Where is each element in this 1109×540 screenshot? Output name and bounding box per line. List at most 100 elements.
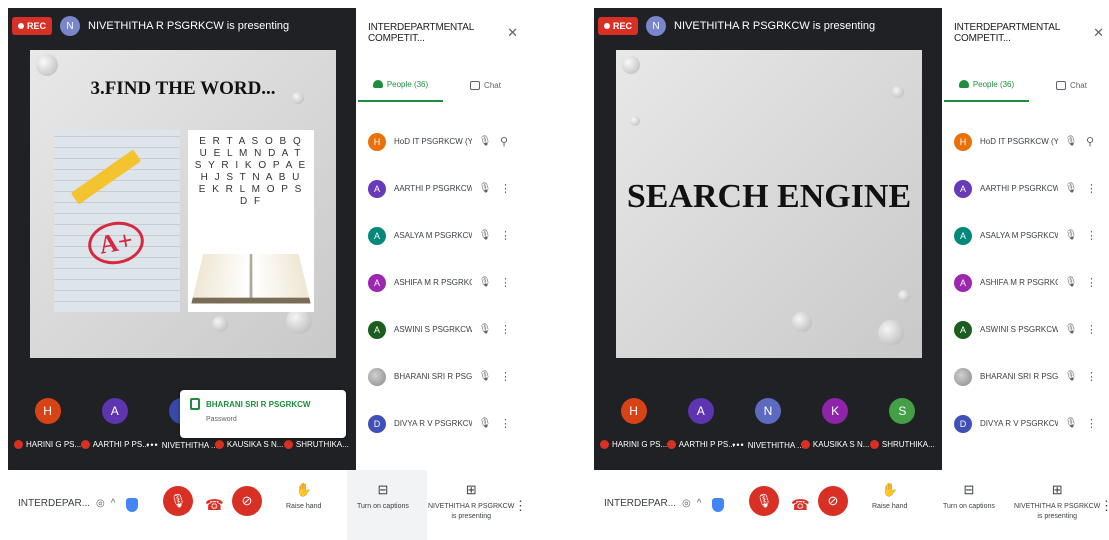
slide-title: 3.FIND THE WORD... <box>90 78 276 99</box>
pin-icon[interactable]: ⚲ <box>1086 135 1094 148</box>
more-options-icon[interactable]: ⋮ <box>1086 182 1097 195</box>
avatar: A <box>954 226 972 245</box>
more-options-icon[interactable]: ⋮ <box>500 323 511 336</box>
more-options-icon[interactable]: ⋮ <box>514 498 527 514</box>
participant-name: ASALYA M PSGRKCW <box>980 231 1058 240</box>
more-options-icon[interactable]: ⋮ <box>1086 370 1097 383</box>
tab-people[interactable]: People (36) <box>944 68 1029 102</box>
participant-tiles: H HARINI G PS... A AARTHI P PS... N ••• N… <box>594 390 942 470</box>
more-options-icon[interactable]: ⋮ <box>1086 229 1097 242</box>
presenter-avatar: N <box>646 16 667 36</box>
pin-icon[interactable]: ⚲ <box>500 135 508 148</box>
shield-icon[interactable] <box>712 498 724 512</box>
list-item[interactable]: A AARTHI P PSGRKCW 🎙 ⋮ <box>358 165 528 212</box>
avatar: D <box>954 414 972 433</box>
more-options-icon[interactable]: ⋮ <box>500 370 511 383</box>
more-options-icon[interactable]: ⋮ <box>500 417 511 430</box>
presenter-avatar: N <box>60 16 81 36</box>
participant-tile[interactable]: K KAUSIKA S N... <box>800 390 870 470</box>
shared-slide: 3.FIND THE WORD... A+ E R T A S O B Q U … <box>30 50 336 358</box>
mic-off-icon: 🎙 <box>1064 230 1078 241</box>
more-options-icon[interactable]: ⋮ <box>500 276 511 289</box>
people-icon[interactable]: ◎ <box>682 498 691 509</box>
leave-call-button[interactable]: ☎ <box>791 496 810 514</box>
mic-off-icon: 🎙 <box>478 324 492 335</box>
list-item[interactable]: BHARANI SRI R PSGRKC... 🎙 ⋮ <box>944 353 1109 400</box>
camera-toggle-button[interactable]: ⊘ <box>232 486 262 516</box>
list-item[interactable]: A ASALYA M PSGRKCW 🎙 ⋮ <box>944 212 1109 259</box>
leave-call-button[interactable]: ☎ <box>205 496 224 514</box>
participant-tile[interactable]: S SHRUTHIKA... <box>869 390 935 470</box>
list-item[interactable]: A AARTHI P PSGRKCW 🎙 ⋮ <box>944 165 1109 212</box>
list-item[interactable]: A ASALYA M PSGRKCW 🎙 ⋮ <box>358 212 528 259</box>
participant-tile[interactable]: A AARTHI P PS... <box>666 390 735 470</box>
tab-people[interactable]: People (36) <box>358 68 443 102</box>
mic-off-icon <box>80 440 90 449</box>
toast-message: Password <box>206 416 237 423</box>
avatar: A <box>954 320 972 339</box>
captions-button[interactable]: ⊟ Turn on captions <box>357 482 409 512</box>
list-item[interactable]: A ASHIFA M R PSGRKCW 🎙 ⋮ <box>944 259 1109 306</box>
mic-off-icon: 🎙 <box>478 277 492 288</box>
captions-label: Turn on captions <box>357 503 409 510</box>
meet-window-right: REC N NIVETHITHA R PSGRKCW is presenting… <box>594 8 1109 540</box>
participant-tile[interactable]: H HARINI G PS... <box>600 390 667 470</box>
presenting-button[interactable]: ⊞ NIVETHITHA R PSGRKCW is presenting <box>428 482 514 522</box>
record-dot-icon <box>604 23 610 29</box>
meeting-details-label[interactable]: INTERDEPAR... <box>18 498 90 509</box>
more-options-icon[interactable]: ⋮ <box>1086 276 1097 289</box>
tile-avatar: A <box>687 398 714 424</box>
list-item[interactable]: A ASWINI S PSGRKCW 🎙 ⋮ <box>944 306 1109 353</box>
participant-tile[interactable]: H HARINI G PS... <box>14 390 81 470</box>
list-item[interactable]: D DIVYA R V PSGRKCW 🎙 ⋮ <box>358 400 528 447</box>
raise-hand-button[interactable]: ✋ Raise hand <box>872 482 907 512</box>
list-item[interactable]: H HoD IT PSGRKCW (You) 🎙 ⚲ <box>944 118 1109 165</box>
close-icon[interactable]: ✕ <box>507 25 518 41</box>
mic-off-icon: 🎙 <box>478 371 492 382</box>
captions-button[interactable]: ⊟ Turn on captions <box>943 482 995 512</box>
participant-tile[interactable]: N ••• NIVETHITHA ... <box>732 390 804 470</box>
participant-name: AARTHI P PSGRKCW <box>394 184 472 193</box>
mic-toggle-button[interactable]: 🎙 <box>749 486 779 516</box>
camera-toggle-button[interactable]: ⊘ <box>818 486 848 516</box>
mic-off-icon: 🎙 <box>169 493 187 508</box>
water-drop-decoration <box>622 56 640 74</box>
meeting-details-label[interactable]: INTERDEPAR... <box>604 498 676 509</box>
tab-chat[interactable]: Chat <box>1029 68 1109 102</box>
tile-name: KAUSIKA S N... <box>812 440 870 449</box>
chat-notification-toast[interactable]: BHARANI SRI R PSGRKCW Password <box>180 390 346 438</box>
more-options-icon[interactable]: ⋮ <box>500 182 511 195</box>
list-item[interactable]: D DIVYA R V PSGRKCW 🎙 ⋮ <box>944 400 1109 447</box>
more-options-icon[interactable]: ⋮ <box>500 229 511 242</box>
mic-off-icon: 🎙 <box>1064 371 1078 382</box>
more-options-icon[interactable]: ⋮ <box>1086 323 1097 336</box>
chevron-up-icon[interactable]: ^ <box>697 498 702 509</box>
pencil-graphic <box>70 149 142 205</box>
water-drop-decoration <box>36 54 58 76</box>
shield-icon[interactable] <box>126 498 138 512</box>
list-item[interactable]: BHARANI SRI R PSGRKC... 🎙 ⋮ <box>358 353 528 400</box>
speaking-dots-icon: ••• <box>732 440 745 450</box>
hand-icon: ✋ <box>295 482 312 497</box>
participant-tile[interactable]: A AARTHI P PS... <box>80 390 149 470</box>
tile-avatar: K <box>822 398 849 424</box>
flying-letters: E R T A S O B Q U E L M N D A T S Y R I … <box>194 136 308 207</box>
presenting-button[interactable]: ⊞ NIVETHITHA R PSGRKCW is presenting <box>1014 482 1100 522</box>
tab-chat[interactable]: Chat <box>443 68 528 102</box>
participant-name: DIVYA R V PSGRKCW <box>394 419 472 428</box>
more-options-icon[interactable]: ⋮ <box>1100 498 1109 514</box>
raise-hand-button[interactable]: ✋ Raise hand <box>286 482 321 512</box>
tile-avatar: S <box>889 398 916 424</box>
more-options-icon[interactable]: ⋮ <box>1086 417 1097 430</box>
participant-name: BHARANI SRI R PSGRKC... <box>980 372 1058 381</box>
participant-name: ASALYA M PSGRKCW <box>394 231 472 240</box>
list-item[interactable]: A ASWINI S PSGRKCW 🎙 ⋮ <box>358 306 528 353</box>
chevron-up-icon[interactable]: ^ <box>111 498 116 509</box>
list-item[interactable]: H HoD IT PSGRKCW (You) 🎙 ⚲ <box>358 118 528 165</box>
mic-toggle-button[interactable]: 🎙 <box>163 486 193 516</box>
mic-off-icon <box>214 440 224 449</box>
close-icon[interactable]: ✕ <box>1093 25 1104 41</box>
list-item[interactable]: A ASHIFA M R PSGRKCW 🎙 ⋮ <box>358 259 528 306</box>
toast-sender: BHARANI SRI R PSGRKCW <box>206 399 311 409</box>
people-icon[interactable]: ◎ <box>96 498 105 509</box>
